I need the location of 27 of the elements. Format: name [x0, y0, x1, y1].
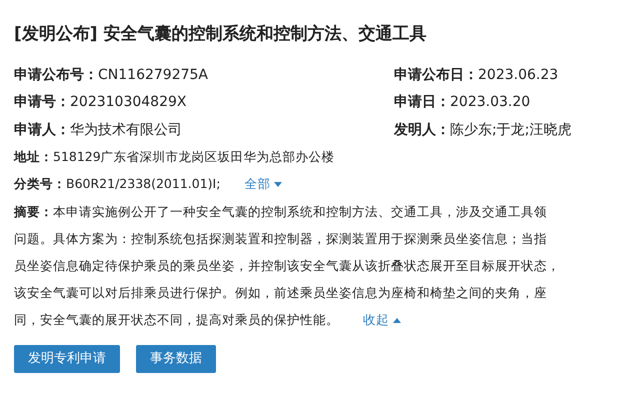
- field-label: 申请公布号：: [14, 66, 98, 85]
- field-value: CN116279275A: [98, 66, 208, 85]
- abstract-text: 员坐姿信息确定待保护乘员的乘员坐姿，并控制该安全气囊从该折叠状态展开至目标展开状态，: [14, 257, 560, 275]
- field-value: B60R21/2338(2011.01)I;: [66, 175, 220, 194]
- abstract-text: 同，安全气囊的展开状态不同，提高对乘员的保护性能。: [14, 311, 339, 329]
- field-label: 申请号：: [14, 93, 70, 112]
- action-button[interactable]: 发明专利申请: [14, 345, 120, 373]
- abstract-label: 摘要：: [14, 203, 53, 221]
- field-value: 华为技术有限公司: [70, 120, 182, 140]
- abstract-text: 本申请实施例公开了一种安全气囊的控制系统和控制方法、交通工具，涉及交通工具领: [53, 203, 547, 221]
- abstract-text: 问题。具体方案为：控制系统包括探测装置和控制器，探测装置用于探测乘员坐姿信息；当指: [14, 230, 547, 248]
- field-label: 申请公布日：: [394, 66, 478, 85]
- field-label: 地址：: [14, 148, 53, 166]
- action-button[interactable]: 事务数据: [136, 345, 216, 373]
- field-value: 2023.03.20: [450, 93, 530, 112]
- field-label: 发明人：: [394, 120, 450, 140]
- expand-link[interactable]: 全部: [244, 175, 282, 194]
- abstract-text: 该安全气囊可以对后排乘员进行保护。例如，前述乘员坐姿信息为座椅和椅垫之间的夹角，座: [14, 284, 547, 302]
- field-value: 202310304829X: [70, 93, 186, 112]
- collapse-link[interactable]: 收起: [363, 306, 401, 333]
- field-label: 申请人：: [14, 120, 70, 140]
- field-value: 518129广东省深圳市龙岗区坂田华为总部办公楼: [53, 148, 335, 166]
- page-title: [发明公布] 安全气囊的控制系统和控制方法、交通工具: [14, 23, 428, 46]
- field-value: 2023.06.23: [478, 66, 558, 85]
- field-label: 分类号：: [14, 175, 66, 194]
- field-label: 申请日：: [394, 93, 450, 112]
- field-value: 陈少东;于龙;汪晓虎: [450, 120, 572, 140]
